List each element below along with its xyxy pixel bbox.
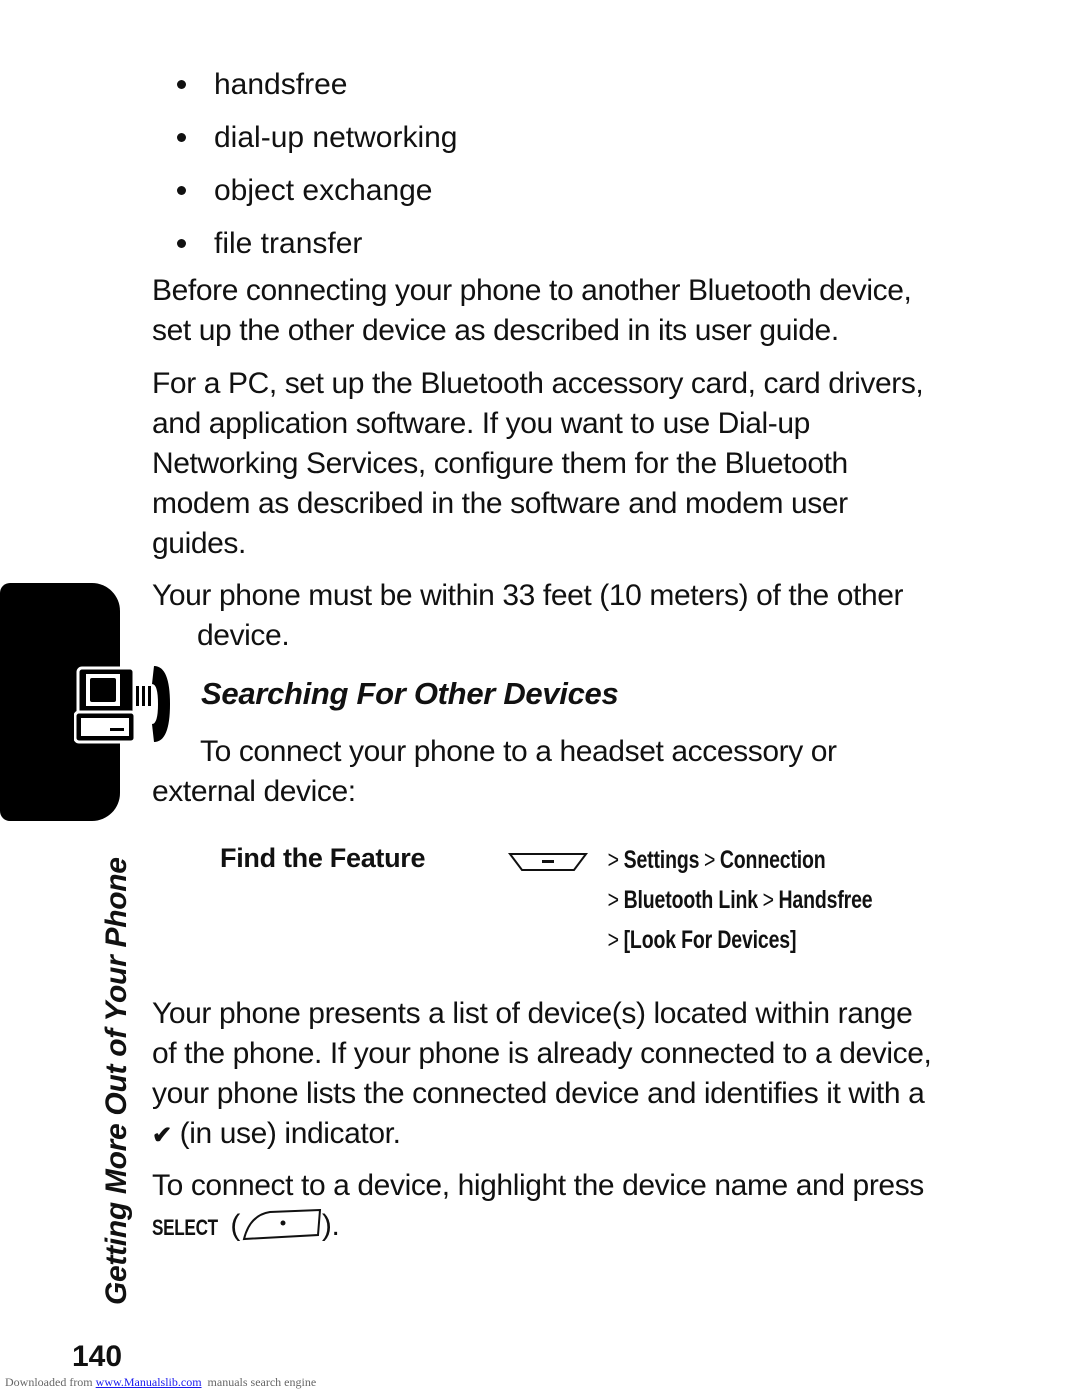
bullet-text: dial-up networking xyxy=(214,120,458,154)
bullet-item: handsfree xyxy=(175,58,457,111)
page-number: 140 xyxy=(72,1340,123,1373)
select-softkey-icon xyxy=(240,1208,322,1252)
footer-suffix: manuals search engine xyxy=(201,1375,317,1389)
path-item-bluetooth-link: Bluetooth Link xyxy=(623,886,758,914)
menu-key-icon xyxy=(508,850,588,879)
feature-path-line-3: > [Look For Devices] xyxy=(607,926,797,954)
paragraph-pc-setup: For a PC, set up the Bluetooth accessory… xyxy=(152,367,924,560)
device-list-text: Your phone presents a list of device(s) … xyxy=(152,997,932,1110)
bullet-item: object exchange xyxy=(175,164,457,217)
checkmark-icon: ✔ xyxy=(152,1122,172,1149)
path-item-settings: Settings xyxy=(623,846,700,874)
paragraph-device-list: Your phone presents a list of device(s) … xyxy=(152,994,942,1156)
bullet-text: object exchange xyxy=(214,173,433,207)
bullet-item: file transfer xyxy=(175,217,457,270)
path-item-look-for-devices: [Look For Devices] xyxy=(623,926,797,954)
bullet-item: dial-up networking xyxy=(175,111,457,164)
paragraph-range: Your phone must be within 33 feet (10 me… xyxy=(152,579,904,652)
feature-path-line-2: > Bluetooth Link > Handsfree xyxy=(607,886,873,914)
bullet-icon xyxy=(177,80,186,89)
manualslib-link[interactable]: www.Manualslib.com xyxy=(96,1375,202,1389)
feature-bullet-list: handsfree dial-up networking object exch… xyxy=(175,58,457,270)
path-item-handsfree: Handsfree xyxy=(778,886,873,914)
find-the-feature-label: Find the Feature xyxy=(220,843,426,873)
bullet-text: file transfer xyxy=(214,226,363,260)
download-footer: Downloaded from www.Manualslib.com manua… xyxy=(5,1375,316,1390)
bullet-text: handsfree xyxy=(214,67,348,101)
chapter-side-title: Getting More Out of Your Phone xyxy=(100,857,133,1305)
select-key-label: SELECT xyxy=(152,1215,218,1240)
paragraph-before-connecting: Before connecting your phone to another … xyxy=(152,274,912,347)
feature-path-line-1: > Settings > Connection xyxy=(607,846,826,874)
bullet-icon xyxy=(177,133,186,142)
path-item-connection: Connection xyxy=(719,846,826,874)
in-use-text: (in use) indicator. xyxy=(179,1117,401,1150)
section-heading: Searching For Other Devices xyxy=(201,676,619,711)
connect-text-end: ). xyxy=(321,1209,340,1242)
paragraph-connect: To connect to a device, highlight the de… xyxy=(152,1166,942,1252)
connect-text: To connect to a device, highlight the de… xyxy=(152,1169,924,1202)
bullet-icon xyxy=(177,186,186,195)
paragraph-intro: To connect your phone to a headset acces… xyxy=(152,735,837,808)
footer-prefix: Downloaded from xyxy=(5,1375,96,1389)
bullet-icon xyxy=(177,239,186,248)
